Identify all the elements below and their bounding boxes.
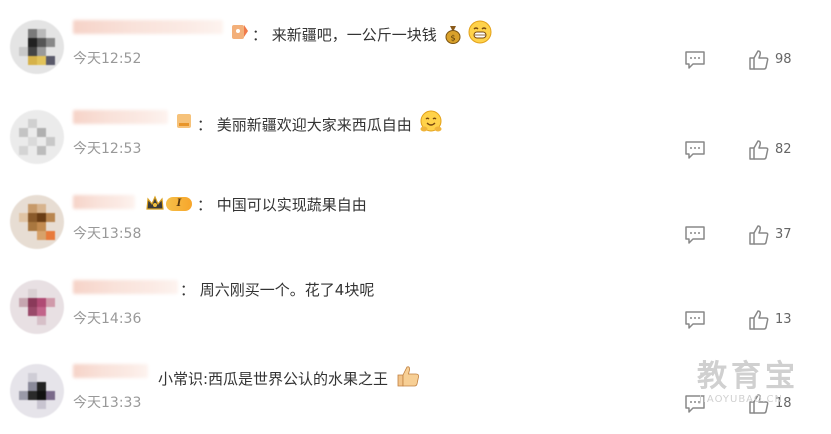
reply-icon[interactable] <box>684 50 706 70</box>
crown-badge-icon <box>146 195 164 210</box>
comment-item: I ： 中国可以实现蔬果自由 今天13:58 37 <box>0 181 831 265</box>
comment-text: 小常识:西瓜是世界公认的水果之王 <box>158 364 421 389</box>
like-icon[interactable] <box>748 309 770 331</box>
happy-hug-emoji-icon <box>420 110 442 132</box>
avatar[interactable] <box>10 280 64 334</box>
like-count: 82 <box>775 142 792 157</box>
comment-time: 今天13:33 <box>73 395 142 411</box>
username-blurred[interactable] <box>73 280 178 294</box>
comment-time: 今天12:52 <box>73 51 142 67</box>
watermark-title: 教育宝 <box>697 359 799 394</box>
grin-emoji-icon <box>468 20 492 44</box>
avatar[interactable] <box>10 364 64 418</box>
avatar[interactable] <box>10 110 64 164</box>
reply-icon[interactable] <box>684 310 706 330</box>
reply-icon[interactable] <box>684 140 706 160</box>
comment-time: 今天12:53 <box>73 141 142 157</box>
like-count: 13 <box>775 312 792 327</box>
comment-item: ： 周六刚买一个。花了4块呢 今天14:36 13 <box>0 266 831 350</box>
comment-text: ： 美丽新疆欢迎大家来西瓜自由 <box>197 110 443 135</box>
like-count: 98 <box>775 52 792 67</box>
like-icon[interactable] <box>748 224 770 246</box>
comment-item: ： 美丽新疆欢迎大家来西瓜自由 今天12:53 82 <box>0 96 831 180</box>
like-count: 37 <box>775 227 792 242</box>
username-blurred[interactable] <box>73 20 223 34</box>
comment-time: 今天14:36 <box>73 311 142 327</box>
comment-text: ： 周六刚买一个。花了4块呢 <box>180 281 375 299</box>
fan-badge-icon <box>232 25 248 39</box>
comment-time: 今天13:58 <box>73 226 142 242</box>
like-icon[interactable] <box>748 139 770 161</box>
comment-text: ： 中国可以实现蔬果自由 <box>197 196 367 214</box>
username-blurred[interactable] <box>73 364 148 378</box>
money-bag-icon: $ <box>445 26 461 44</box>
username-blurred[interactable] <box>73 110 168 124</box>
svg-text:$: $ <box>450 34 455 43</box>
avatar[interactable] <box>10 20 64 74</box>
like-icon[interactable] <box>748 49 770 71</box>
comment-item: ： 来新疆吧，一公斤一块钱 $ 今天12:52 98 <box>0 6 831 90</box>
reply-icon[interactable] <box>684 225 706 245</box>
fan-badge-icon <box>177 114 191 128</box>
level-badge: I <box>166 197 192 211</box>
watermark-url: JIAOYUBAO.CN <box>699 394 783 405</box>
username-blurred[interactable] <box>73 195 135 209</box>
avatar[interactable] <box>10 195 64 249</box>
thumbs-up-emoji-icon <box>397 366 419 387</box>
comment-text: ： 来新疆吧，一公斤一块钱 $ <box>252 20 492 45</box>
watermark: 教育宝 JIAOYUBAO.CN <box>697 360 817 414</box>
